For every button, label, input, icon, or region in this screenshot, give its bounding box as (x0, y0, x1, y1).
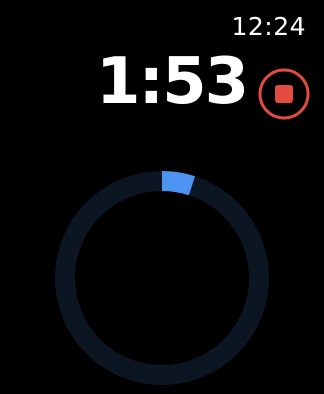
stop-circle-icon (258, 68, 310, 120)
status-bar-time: 12:24 (231, 12, 306, 41)
progress-ring (52, 168, 272, 388)
timer-display: 1:53 (96, 45, 249, 119)
progress-ring-track (55, 171, 269, 385)
stop-button[interactable] (258, 68, 310, 120)
